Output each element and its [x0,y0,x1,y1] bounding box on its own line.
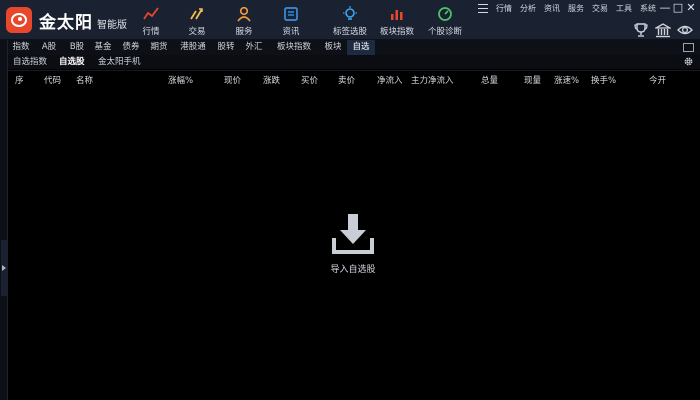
col-name[interactable]: 名称 [76,74,93,86]
minimize-button[interactable]: — [659,1,671,14]
expand-panel-handle[interactable] [1,240,7,296]
nav-tag-stock-button[interactable]: 标签选股 [323,4,377,38]
gear-icon[interactable] [683,56,694,67]
subtab-watch-stocks[interactable]: 自选股 [59,55,85,69]
subtab-mobile[interactable]: 金太阳手机 [98,55,141,69]
layout-grid-icon[interactable] [683,43,694,52]
menu-item-market[interactable]: 行情 [496,3,512,15]
import-watchlist-label: 导入自选股 [330,265,376,275]
nav-sector-index-button[interactable]: 板块指数 [370,4,424,38]
market-tab-bar: 指数 A股 B股 基金 债券 期货 港股通 股转 外汇 板块指数 板块 自选 [8,40,700,55]
menu-item-system[interactable]: 系统 [640,3,656,15]
col-main-net-inflow[interactable]: 主力净流入 [411,74,454,86]
user-icon [237,6,251,22]
col-index[interactable]: 序 [15,74,24,86]
tab-index[interactable]: 指数 [8,40,34,55]
bar-chart-icon [391,10,403,20]
tab-sector-index[interactable]: 板块指数 [269,40,319,55]
trade-icon [190,8,203,20]
tab-neeq[interactable]: 股转 [213,40,239,55]
tab-forex[interactable]: 外汇 [241,40,267,55]
trend-chart-icon [143,7,159,20]
nav-label: 个股诊断 [427,27,462,37]
tab-a-shares[interactable]: A股 [36,40,62,55]
col-bid[interactable]: 买价 [301,74,318,86]
col-open[interactable]: 今开 [649,74,666,86]
tab-sector[interactable]: 板块 [320,40,346,55]
menu-item-analysis[interactable]: 分析 [520,3,536,15]
nav-diagnosis-button[interactable]: 个股诊断 [418,4,472,38]
col-code[interactable]: 代码 [44,74,61,86]
nav-service-button[interactable]: 服务 [217,4,271,38]
gauge-icon [438,7,452,21]
top-toolbar: 金太阳 智能版 行情 交易 服务 资讯 标签选股 板块指数 个股诊断 行情 分析… [0,0,700,40]
nav-label: 服务 [235,27,253,37]
menu-icon[interactable] [478,4,488,13]
nav-label: 标签选股 [332,27,367,37]
app-logo-icon [6,7,32,33]
close-button[interactable]: ✕ [685,1,697,14]
nav-news-button[interactable]: 资讯 [264,4,318,38]
bulb-icon [343,6,357,20]
trophy-icon[interactable] [633,22,649,38]
col-price[interactable]: 现价 [224,74,241,86]
tab-funds[interactable]: 基金 [90,40,116,55]
nav-label: 板块指数 [379,27,414,37]
import-download-icon [332,214,374,254]
col-ask[interactable]: 卖价 [338,74,355,86]
tab-watchlist[interactable]: 自选 [347,40,375,55]
col-turnover-pct[interactable]: 换手% [591,74,616,86]
subtab-watch-index[interactable]: 自选指数 [13,55,47,69]
nav-label: 交易 [188,27,206,37]
menu-item-news[interactable]: 资讯 [544,3,560,15]
col-change[interactable]: 涨跌 [263,74,280,86]
menu-item-trade[interactable]: 交易 [592,3,608,15]
col-current-volume[interactable]: 现量 [524,74,541,86]
app-edition: 智能版 [97,20,127,31]
tab-futures[interactable]: 期货 [146,40,172,55]
import-watchlist-button[interactable]: 导入自选股 [320,212,386,275]
eye-icon[interactable] [677,22,693,38]
col-volume[interactable]: 总量 [481,74,498,86]
col-speed-pct[interactable]: 涨速% [554,74,579,86]
watchlist-subtab-bar: 自选指数 自选股 金太阳手机 [8,55,700,69]
nav-trade-button[interactable]: 交易 [170,4,224,38]
maximize-button[interactable]: □ [672,1,684,14]
tab-hk-connect[interactable]: 港股通 [174,40,212,55]
tab-bonds[interactable]: 债券 [118,40,144,55]
col-change-pct[interactable]: 涨幅% [168,74,193,86]
col-net-inflow[interactable]: 净流入 [377,74,403,86]
news-icon [284,7,298,21]
app-brand: 金太阳 [39,13,93,33]
nav-label: 资讯 [282,27,300,37]
system-menu: 行情 分析 资讯 服务 交易 工具 系统 [478,3,656,15]
tab-b-shares[interactable]: B股 [64,40,90,55]
table-header: 序 代码 名称 涨幅% 现价 涨跌 买价 卖价 净流入 主力净流入 总量 现量 … [8,70,700,86]
menu-item-tools[interactable]: 工具 [616,3,632,15]
bank-icon[interactable] [655,22,671,38]
menu-item-service[interactable]: 服务 [568,3,584,15]
left-collapse-panel [0,40,8,400]
